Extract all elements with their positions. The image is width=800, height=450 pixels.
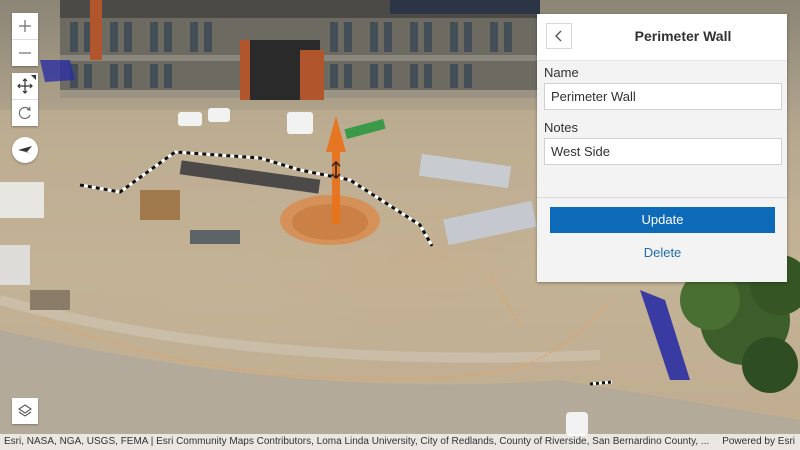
update-button[interactable]: Update xyxy=(550,207,775,233)
building xyxy=(60,0,540,100)
plus-icon xyxy=(19,20,31,32)
notes-field-label: Notes xyxy=(544,120,578,135)
powered-by-esri[interactable]: Powered by Esri xyxy=(722,434,795,450)
back-button[interactable] xyxy=(546,23,572,49)
layer-list-button[interactable] xyxy=(12,398,38,424)
zoom-out-button[interactable] xyxy=(12,39,38,66)
navigation-toggle xyxy=(12,73,38,126)
rotate-icon xyxy=(18,106,31,120)
minus-icon xyxy=(19,52,31,54)
rotate-button[interactable] xyxy=(12,99,38,126)
panel-title: Perimeter Wall xyxy=(634,28,732,44)
attribution-sources[interactable]: Esri, NASA, NGA, USGS, FEMA | Esri Commu… xyxy=(4,434,718,450)
pan-button[interactable] xyxy=(12,73,38,99)
active-indicator xyxy=(31,75,36,80)
panel-divider xyxy=(537,197,787,198)
zoom-controls xyxy=(12,13,38,66)
panel-header: Perimeter Wall xyxy=(537,14,787,61)
delete-button[interactable]: Delete xyxy=(550,243,775,263)
compass-button[interactable] xyxy=(12,137,38,163)
editor-panel: Perimeter Wall Name Perimeter Wall Notes… xyxy=(537,14,787,282)
compass-icon xyxy=(18,146,32,154)
name-field-label: Name xyxy=(544,65,579,80)
name-field[interactable]: Perimeter Wall xyxy=(544,83,782,110)
vertical-move-manipulator[interactable] xyxy=(316,112,356,232)
chevron-left-icon xyxy=(555,30,562,42)
notes-field[interactable]: West Side xyxy=(544,138,782,165)
layers-icon xyxy=(18,404,32,417)
zoom-in-button[interactable] xyxy=(12,13,38,39)
pan-icon xyxy=(17,78,33,94)
attribution-bar: Esri, NASA, NGA, USGS, FEMA | Esri Commu… xyxy=(0,434,800,450)
